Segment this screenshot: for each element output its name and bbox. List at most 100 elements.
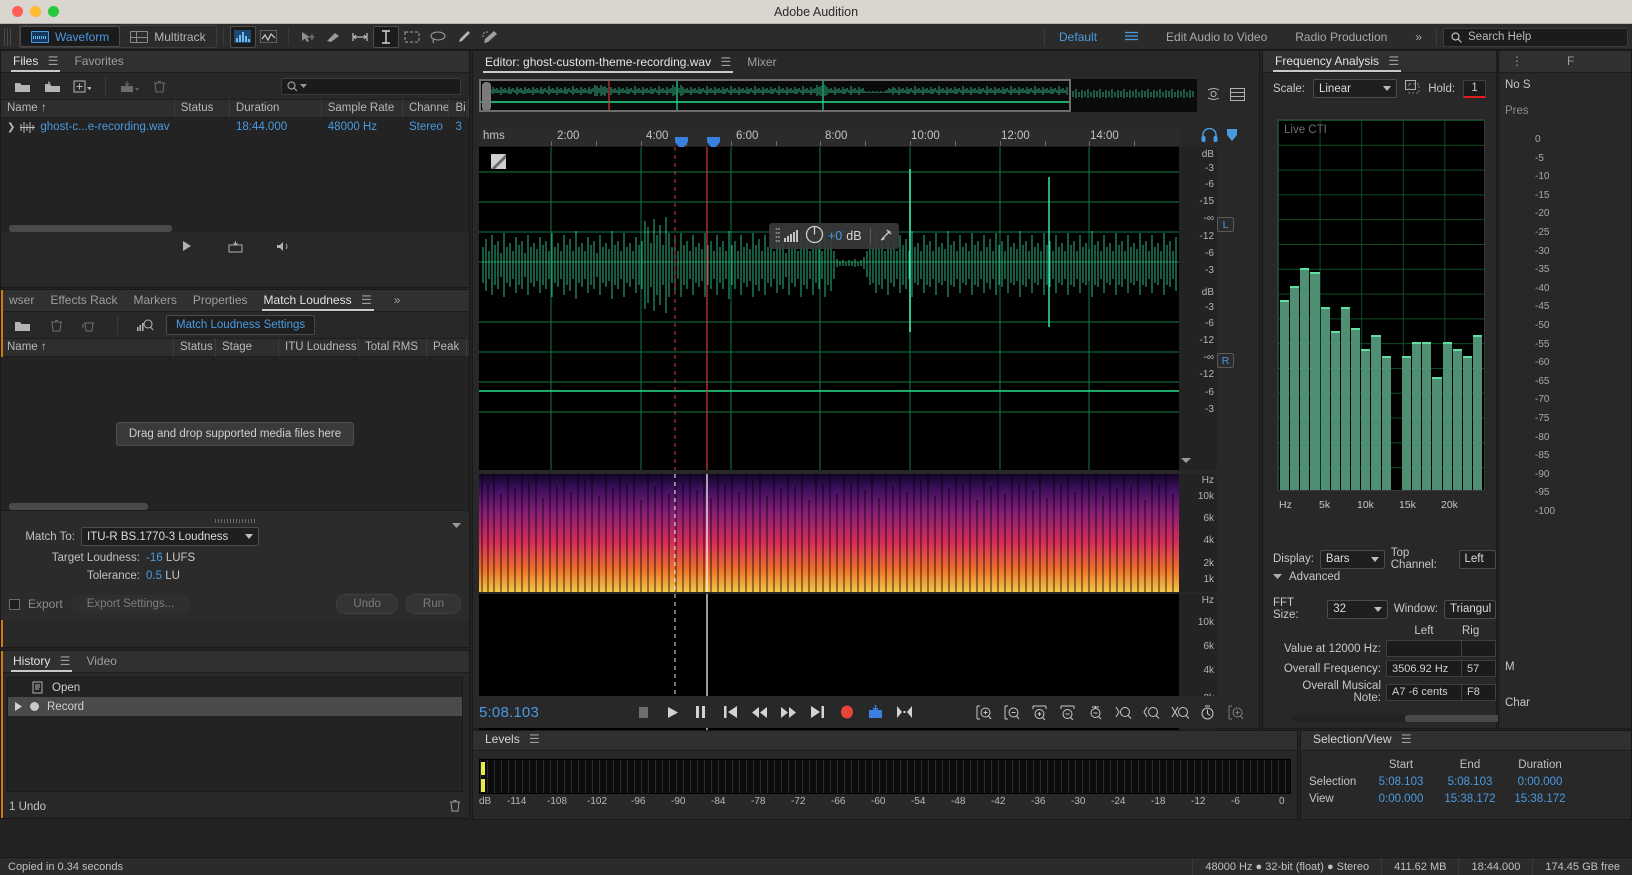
layout-icon[interactable] [1230, 87, 1245, 104]
right-rail-menu-icon[interactable]: ⋮ [1507, 52, 1535, 72]
export-settings-button[interactable]: Export Settings... [70, 595, 191, 613]
settings-collapse-icon[interactable] [452, 518, 461, 532]
rewind-button[interactable] [747, 701, 772, 723]
scale-collapse-icon[interactable] [1181, 453, 1215, 467]
insert-multitrack-button[interactable] [222, 235, 248, 257]
time-ruler[interactable]: hms 2:00 4:00 6:00 8:00 10:00 12:00 14:0… [479, 127, 1179, 150]
zoom-to-selection-out-button[interactable] [1139, 701, 1164, 723]
col-duration[interactable]: Duration [230, 99, 322, 118]
pause-button[interactable] [689, 701, 714, 723]
move-to-previous-button[interactable] [718, 701, 743, 723]
col-bit[interactable]: Bi [449, 99, 469, 118]
table-row[interactable]: ❯ ghost-c...e-recording.wav 18:44.000 48… [1, 118, 469, 137]
selection-view-menu-icon[interactable]: ☰ [1401, 732, 1412, 746]
stop-button[interactable] [631, 701, 656, 723]
right-channel-button[interactable]: R [1217, 353, 1234, 368]
ml-col-status[interactable]: Status [174, 338, 216, 357]
spectral-pitch-display-button[interactable] [256, 26, 282, 48]
workspace-edit-audio-to-video[interactable]: Edit Audio to Video [1152, 24, 1281, 50]
skip-selection-button[interactable] [892, 701, 917, 723]
tab-video[interactable]: Video [82, 652, 128, 672]
files-column-headers[interactable]: Name ↑ Status Duration Sample Rate Chann… [1, 99, 469, 118]
fast-forward-button[interactable] [776, 701, 801, 723]
playhead-time[interactable]: 5:08.103 [473, 704, 539, 721]
export-checkbox[interactable] [9, 598, 20, 610]
tab-history[interactable]: History ☰ [9, 652, 82, 672]
gain-value[interactable]: +0 [828, 229, 842, 243]
list-item[interactable]: Record [8, 697, 462, 716]
zoom-out-time-button[interactable] [1055, 701, 1080, 723]
tabs-overflow-button[interactable]: » [390, 291, 413, 311]
list-item[interactable]: Open [8, 678, 462, 697]
undo-button[interactable]: Undo [336, 594, 398, 614]
zoom-out-full-button[interactable] [1083, 701, 1108, 723]
files-panel-menu-icon[interactable]: ☰ [48, 54, 59, 68]
tab-levels[interactable]: Levels ☰ [481, 730, 552, 750]
run-button[interactable]: Run [405, 594, 461, 614]
scale-select[interactable]: Linear [1312, 79, 1398, 98]
left-channel-button[interactable]: L [1217, 217, 1234, 232]
sv-view-end[interactable]: 15:38.172 [1435, 793, 1505, 805]
col-channels[interactable]: Channels [403, 99, 450, 118]
tab-favorites[interactable]: Favorites [70, 52, 135, 72]
history-menu-icon[interactable]: ☰ [60, 654, 71, 668]
tab-files[interactable]: Files ☰ [9, 52, 70, 72]
play-file-button[interactable] [174, 235, 200, 257]
ml-col-rms[interactable]: Total RMS [359, 338, 427, 357]
window-select[interactable]: Triangul [1444, 599, 1496, 619]
sv-view-start[interactable]: 0:00.000 [1367, 793, 1435, 805]
frequency-analysis-graph[interactable]: Live CTI [1277, 119, 1485, 491]
col-status[interactable]: Status [175, 99, 230, 118]
match-loudness-dropzone[interactable]: Drag and drop supported media files here [1, 357, 469, 510]
status-duration[interactable]: 18:44.000 [1458, 857, 1532, 875]
zoom-in-amplitude-button[interactable] [971, 701, 996, 723]
fft-size-select[interactable]: 32 [1327, 599, 1388, 619]
spectral-frequency-display[interactable] [479, 474, 1179, 592]
tolerance-field[interactable]: 0.5 LU [146, 570, 180, 582]
toggle-hud-button[interactable] [1195, 701, 1220, 723]
loop-playback-button[interactable] [863, 701, 888, 723]
expand-arrow-icon[interactable]: ❯ [7, 118, 15, 137]
level-meter[interactable] [479, 759, 1291, 794]
tab-selection-view[interactable]: Selection/View ☰ [1309, 730, 1424, 750]
tab-properties[interactable]: Properties [189, 291, 260, 311]
auto-play-button[interactable] [270, 235, 296, 257]
sv-selection-end[interactable]: 5:08.103 [1435, 776, 1505, 788]
status-free-space[interactable]: 174.45 GB free [1532, 857, 1632, 875]
remove-all-button[interactable] [77, 314, 103, 336]
workspace-radio-production[interactable]: Radio Production [1281, 24, 1401, 50]
copy-to-clipboard-icon[interactable] [1405, 80, 1420, 97]
new-file-button[interactable] [69, 75, 95, 97]
move-tool-button[interactable] [295, 26, 321, 48]
status-format[interactable]: 48000 Hz ● 32-bit (float) ● Stereo [1192, 857, 1381, 875]
history-clear-button[interactable] [449, 799, 461, 815]
ml-col-itu[interactable]: ITU Loudness [279, 338, 359, 357]
toolbar-drag-handle[interactable] [4, 27, 13, 46]
target-loudness-field[interactable]: -16 LUFS [146, 552, 195, 564]
close-files-button[interactable] [146, 75, 172, 97]
match-loudness-settings-button[interactable]: Match Loudness Settings [166, 315, 316, 335]
match-to-select[interactable]: ITU-R BS.1770-3 Loudness [81, 527, 259, 546]
channel-select-handle[interactable] [491, 154, 506, 169]
tab-media-browser[interactable]: wser [5, 291, 46, 311]
frequency-panel-scrollbar[interactable] [1293, 715, 1533, 722]
status-file-size[interactable]: 411.62 MB [1381, 857, 1458, 875]
spectral-frequency-scale[interactable]: Hz 10k 6k 4k 2k 1k [1179, 474, 1217, 592]
frequency-analysis-menu-icon[interactable]: ☰ [1388, 54, 1399, 68]
zoom-to-selection-in-button[interactable] [1111, 701, 1136, 723]
ml-col-name[interactable]: Name ↑ [1, 338, 174, 357]
pin-hud-icon[interactable] [879, 228, 893, 245]
advanced-toggle[interactable]: Advanced [1273, 571, 1340, 583]
spectral-frequency-display-button[interactable] [229, 25, 256, 48]
play-button[interactable] [660, 701, 685, 723]
right-rail-tab-label[interactable]: F [1563, 52, 1586, 72]
record-button[interactable] [834, 701, 859, 723]
insert-into-multitrack-button[interactable] [116, 75, 142, 97]
amplitude-scale[interactable]: dB -3 -6 -15 -∞ -12 -6 -3 dB -3 -6 -12 -… [1179, 147, 1217, 470]
workspace-more-button[interactable]: » [1401, 24, 1436, 50]
analyze-loudness-button[interactable] [132, 314, 158, 336]
headphones-icon[interactable] [1201, 127, 1218, 146]
time-selection-left-button[interactable] [347, 26, 373, 48]
tab-match-loudness[interactable]: Match Loudness ☰ [260, 291, 384, 311]
waveform-mode-button[interactable]: Waveform [20, 26, 121, 47]
